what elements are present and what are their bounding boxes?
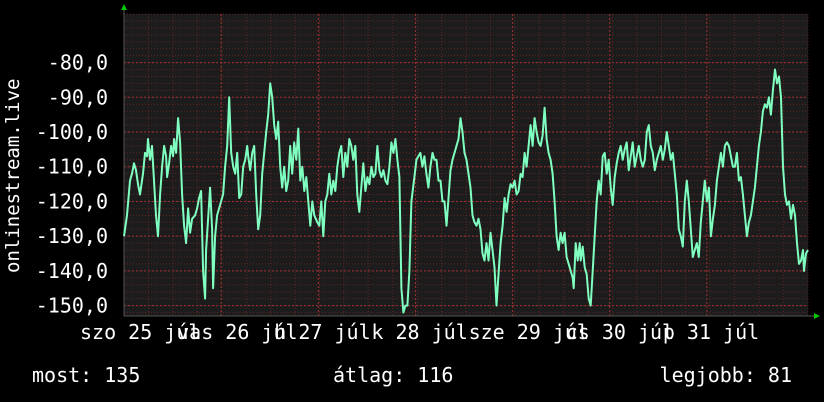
y-tick-label: -80,0	[48, 51, 108, 75]
average-value-label: átlag: 116	[333, 363, 454, 387]
x-tick-label: h 27 júl	[274, 320, 370, 344]
y-tick-label: -140,0	[36, 259, 108, 283]
y-tick-label: -100,0	[36, 120, 108, 144]
x-axis-arrow	[814, 313, 820, 319]
y-tick-label: -130,0	[36, 224, 108, 248]
y-axis-arrow	[121, 4, 127, 10]
y-tick-label: -90,0	[48, 85, 108, 109]
line-chart: -80,0 -90,0 -100,0 -110,0 -120,0 -130,0 -140,0…	[2, 4, 820, 344]
best-value-label: legjobb: 81	[659, 363, 792, 387]
x-tick-label: p 31 júl	[663, 320, 759, 344]
y-tick-label: -110,0	[36, 155, 108, 179]
y-tick-label: -150,0	[36, 294, 108, 318]
current-value-label: most: 135	[32, 363, 141, 387]
x-tick-label: cs 30 júl	[566, 320, 674, 344]
x-tick-label: k 28 júl	[371, 320, 467, 344]
y-tick-label: -120,0	[36, 189, 108, 213]
y-axis-label: onlinestream.live	[2, 79, 24, 273]
